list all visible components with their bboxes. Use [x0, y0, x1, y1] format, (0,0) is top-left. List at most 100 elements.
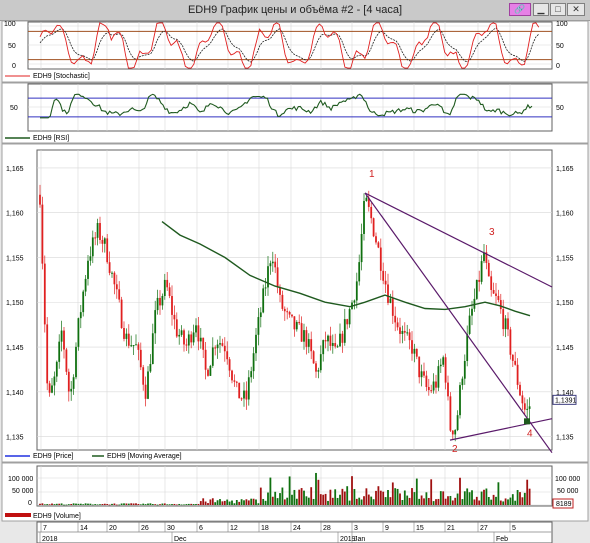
- volume-bar: [202, 498, 205, 505]
- price-candle-body: [511, 354, 514, 361]
- volume-bar: [39, 503, 41, 505]
- volume-bar: [401, 500, 404, 505]
- swing-label-3: 3: [489, 227, 495, 238]
- volume-bar: [168, 504, 171, 505]
- price-candle-body: [435, 381, 437, 388]
- volume-bar: [382, 491, 385, 505]
- price-tick-right: 1,155: [556, 255, 574, 262]
- price-candle-body: [430, 390, 433, 392]
- price-candle-body: [341, 333, 344, 343]
- volume-bar: [173, 503, 176, 505]
- price-candle-body: [509, 329, 512, 355]
- volume-bar: [478, 500, 481, 505]
- price-candle-body: [271, 261, 274, 264]
- volume-bar: [322, 494, 325, 505]
- volume-bar: [372, 499, 375, 505]
- volume-bar: [358, 497, 361, 505]
- volume-bar: [324, 493, 327, 505]
- price-candle-body: [291, 314, 293, 317]
- chart-canvas[interactable]: 100 50 0 100 50 0 EDH9 [Stochastic] 50 5…: [0, 0, 590, 543]
- price-candle-body: [63, 330, 65, 350]
- price-candle-body: [233, 380, 236, 382]
- volume-bar: [142, 503, 145, 505]
- price-candle-body: [283, 308, 286, 312]
- price-candle-body: [113, 272, 116, 285]
- price-candle-body: [499, 300, 502, 310]
- price-candle-body: [365, 197, 368, 202]
- day-tick-label: 20: [109, 525, 117, 532]
- price-candle-body: [425, 375, 428, 387]
- price-candle-body: [267, 266, 269, 288]
- volume-bar: [507, 499, 509, 505]
- price-candle-body: [106, 238, 109, 263]
- price-candle-body: [327, 335, 329, 342]
- price-candle-body: [475, 279, 478, 299]
- volume-bar: [96, 504, 99, 506]
- price-candle-body: [264, 287, 267, 289]
- rsi-plot-area[interactable]: [27, 83, 553, 132]
- price-candle-body: [211, 347, 214, 366]
- price-candle-body: [67, 371, 70, 392]
- volume-bar: [497, 482, 500, 505]
- volume-bar: [499, 500, 502, 505]
- price-candle-body: [286, 311, 289, 313]
- price-candle-body: [84, 278, 87, 292]
- price-candle-body: [305, 330, 308, 347]
- ma-legend: EDH9 [Moving Average]: [107, 453, 182, 460]
- swing-label-1: 1: [369, 169, 375, 180]
- volume-bar: [504, 498, 507, 505]
- volume-bar: [250, 498, 253, 505]
- price-candle-body: [75, 346, 77, 378]
- price-candle-body: [444, 357, 447, 383]
- price-candle-body: [255, 334, 257, 354]
- price-candle-body: [235, 381, 238, 383]
- price-candle-body: [204, 349, 207, 370]
- price-candle-body: [315, 363, 317, 372]
- price-candle-body: [307, 339, 310, 347]
- volume-bar: [82, 504, 85, 505]
- volume-bar: [219, 499, 221, 505]
- price-candle-body: [418, 356, 421, 378]
- last-price-label: 1,1391: [555, 397, 577, 404]
- price-candle-body: [303, 330, 305, 342]
- volume-bar: [204, 501, 207, 505]
- price-candle-body: [250, 371, 253, 378]
- volume-bar: [331, 497, 334, 505]
- volume-bar: [485, 488, 488, 505]
- volume-bar: [149, 503, 152, 505]
- volume-bar: [511, 494, 514, 505]
- volume-bar: [353, 489, 356, 505]
- price-candle-body: [329, 335, 332, 346]
- day-tick-label: 21: [447, 525, 455, 532]
- volume-bar: [411, 488, 413, 505]
- volume-bar: [159, 504, 161, 505]
- volume-bar: [238, 501, 241, 505]
- price-candle-body: [139, 349, 142, 368]
- price-candle-body: [70, 388, 73, 392]
- volume-bar: [262, 498, 265, 505]
- volume-bar: [94, 504, 97, 505]
- volume-bar: [295, 498, 298, 505]
- volume-bar: [334, 489, 337, 505]
- price-candle-body: [372, 218, 375, 237]
- price-candle-body: [384, 280, 387, 285]
- price-candle-body: [415, 348, 418, 357]
- price-candle-body: [216, 344, 219, 349]
- price-candle-body: [89, 256, 92, 261]
- price-candle-body: [519, 384, 521, 396]
- volume-bar: [298, 489, 301, 505]
- volume-bar: [111, 503, 113, 505]
- volume-bar: [394, 488, 397, 505]
- price-candle-body: [221, 343, 224, 346]
- volume-bar: [60, 503, 63, 505]
- price-candle-body: [427, 386, 430, 391]
- volume-bar: [187, 503, 190, 505]
- volume-bar: [375, 490, 377, 505]
- volume-bar: [137, 503, 140, 505]
- price-candle-body: [125, 333, 128, 339]
- volume-tick-left-0: 0: [28, 500, 32, 507]
- price-candle-body: [259, 312, 262, 318]
- price-candle-body: [99, 223, 101, 240]
- volume-bar: [118, 504, 121, 506]
- volume-bar: [106, 504, 109, 505]
